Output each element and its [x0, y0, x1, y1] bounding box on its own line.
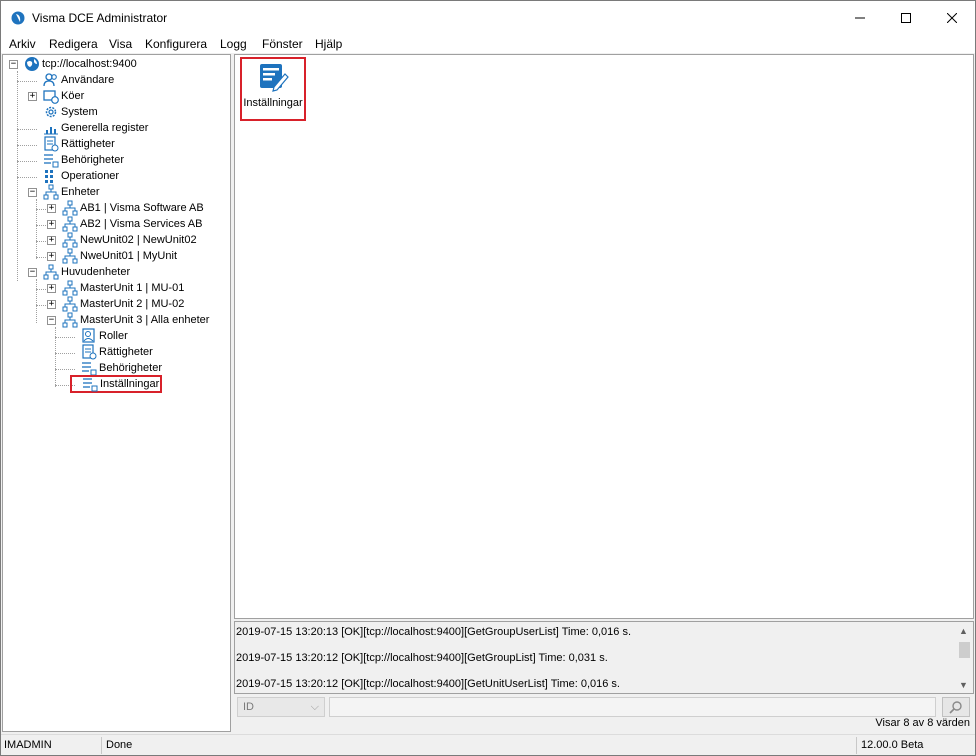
menu-visa[interactable]: Visa — [109, 37, 132, 51]
status-bar: IMADMIN Done 12.00.0 Beta — [1, 734, 975, 755]
minimize-icon — [855, 17, 865, 18]
filter-field-select[interactable]: ID ⌵ — [237, 697, 325, 717]
navigation-tree-pane[interactable]: − tcp://localhost:9400 Användare + Köer … — [2, 54, 231, 732]
tree-node-koer[interactable]: Köer — [43, 88, 84, 104]
tree-node-generella-register[interactable]: Generella register — [43, 120, 148, 136]
tree-collapse-toggle[interactable]: − — [28, 188, 37, 197]
org-units-icon — [43, 264, 59, 280]
tree-node-nweunit01[interactable]: NweUnit01 | MyUnit — [62, 248, 177, 264]
search-icon — [949, 701, 962, 714]
tree-node-operationer[interactable]: Operationer — [43, 168, 119, 184]
tree-node-ab2[interactable]: AB2 | Visma Services AB — [62, 216, 202, 232]
tree-node-system[interactable]: System — [43, 104, 98, 120]
filter-field-value: ID — [243, 701, 254, 713]
menu-fonster[interactable]: Fönster — [262, 37, 303, 51]
tree-expand-toggle[interactable]: + — [28, 92, 37, 101]
chevron-down-icon: ⌵ — [310, 701, 319, 713]
register-chart-icon — [44, 127, 58, 135]
tree-node-masterunit2[interactable]: MasterUnit 2 | MU-02 — [62, 296, 184, 312]
tree-expand-toggle[interactable]: + — [47, 252, 56, 261]
log-line: 2019-07-15 13:20:13 [OK][tcp://localhost… — [236, 626, 632, 638]
org-unit-icon — [62, 312, 78, 328]
rights-document-icon — [44, 136, 59, 152]
tree-node-rattigheter[interactable]: Rättigheter — [43, 136, 115, 152]
menu-hjalp[interactable]: Hjälp — [315, 37, 342, 51]
roles-icon — [82, 328, 95, 343]
search-button[interactable] — [942, 697, 970, 717]
rights-document-icon — [82, 344, 97, 360]
menu-bar: Arkiv Redigera Visa Konfigurera Logg Fön… — [1, 34, 975, 53]
scroll-down-icon[interactable]: ▼ — [959, 680, 968, 690]
tree-expand-toggle[interactable]: + — [47, 236, 56, 245]
log-line: 2019-07-15 13:20:12 [OK][tcp://localhost… — [236, 678, 620, 690]
scroll-thumb[interactable] — [959, 642, 970, 658]
visma-logo-icon — [11, 11, 25, 25]
org-unit-icon — [62, 216, 78, 232]
log-scrollbar[interactable]: ▲ ▼ — [956, 622, 973, 693]
tree-node-enheter[interactable]: Enheter — [43, 184, 100, 200]
tree-node-anvandare[interactable]: Användare — [43, 72, 114, 88]
settings-tile-label: Inställningar — [243, 97, 303, 109]
log-pane: 2019-07-15 13:20:13 [OK][tcp://localhost… — [234, 621, 974, 694]
log-line: 2019-07-15 13:20:12 [OK][tcp://localhost… — [236, 652, 608, 664]
maximize-icon — [901, 12, 911, 23]
menu-redigera[interactable]: Redigera — [49, 37, 98, 51]
tree-node-mu3-rattigheter[interactable]: Rättigheter — [81, 344, 153, 360]
tree-node-masterunit3[interactable]: MasterUnit 3 | Alla enheter — [62, 312, 209, 328]
app-window: Visma DCE Administrator Arkiv Redigera V… — [0, 0, 976, 756]
org-unit-icon — [62, 280, 78, 296]
tree-collapse-toggle[interactable]: − — [9, 60, 18, 69]
filter-input[interactable] — [329, 697, 936, 717]
gear-icon — [45, 106, 57, 118]
content-pane: Inställningar — [234, 54, 974, 619]
navigation-tree: − tcp://localhost:9400 Användare + Köer … — [3, 55, 230, 731]
org-unit-icon — [62, 296, 78, 312]
org-unit-icon — [62, 200, 78, 216]
tree-node-newunit02[interactable]: NewUnit02 | NewUnit02 — [62, 232, 197, 248]
tree-node-masterunit1[interactable]: MasterUnit 1 | MU-01 — [62, 280, 184, 296]
tree-expand-toggle[interactable]: + — [47, 284, 56, 293]
status-user: IMADMIN — [4, 739, 52, 751]
tree-collapse-toggle[interactable]: − — [47, 316, 56, 325]
tree-node-huvudenheter[interactable]: Huvudenheter — [43, 264, 130, 280]
tree-node-mu3-installningar[interactable]: Inställningar — [70, 375, 163, 393]
tree-node-mu3-behorigheter[interactable]: Behörigheter — [81, 360, 162, 376]
tree-collapse-toggle[interactable]: − — [28, 268, 37, 277]
permissions-list-icon — [44, 154, 59, 168]
permissions-list-icon — [82, 362, 97, 376]
tree-label: tcp://localhost:9400 — [42, 58, 137, 70]
settings-list-icon — [83, 378, 98, 392]
close-icon — [947, 12, 957, 23]
menu-arkiv[interactable]: Arkiv — [9, 37, 36, 51]
status-state: Done — [106, 739, 133, 751]
users-icon — [43, 73, 57, 87]
title-bar: Visma DCE Administrator — [1, 1, 975, 34]
menu-logg[interactable]: Logg — [220, 37, 247, 51]
settings-tile[interactable]: Inställningar — [240, 57, 306, 121]
org-units-icon — [43, 184, 59, 200]
tree-node-behorigheter[interactable]: Behörigheter — [43, 152, 124, 168]
tree-node-roller[interactable]: Roller — [81, 328, 128, 344]
tree-expand-toggle[interactable]: + — [47, 220, 56, 229]
tree-node-ab1[interactable]: AB1 | Visma Software AB — [62, 200, 204, 216]
scroll-up-icon[interactable]: ▲ — [959, 626, 968, 636]
org-unit-icon — [62, 232, 78, 248]
queue-icon — [43, 90, 59, 104]
tree-expand-toggle[interactable]: + — [47, 300, 56, 309]
tree-expand-toggle[interactable]: + — [47, 204, 56, 213]
result-count: Visar 8 av 8 värden — [875, 717, 970, 729]
status-version: 12.00.0 Beta — [861, 739, 924, 751]
operations-grid-icon — [45, 170, 53, 183]
menu-konfigurera[interactable]: Konfigurera — [145, 37, 207, 51]
filter-bar: ID ⌵ — [234, 696, 974, 718]
close-button[interactable] — [929, 1, 975, 34]
settings-edit-icon — [260, 64, 289, 92]
server-globe-icon — [25, 57, 39, 71]
window-title: Visma DCE Administrator — [32, 11, 168, 25]
maximize-button[interactable] — [883, 1, 929, 34]
minimize-button[interactable] — [837, 1, 883, 34]
tree-node-root[interactable]: tcp://localhost:9400 — [24, 56, 137, 72]
org-unit-icon — [62, 248, 78, 264]
